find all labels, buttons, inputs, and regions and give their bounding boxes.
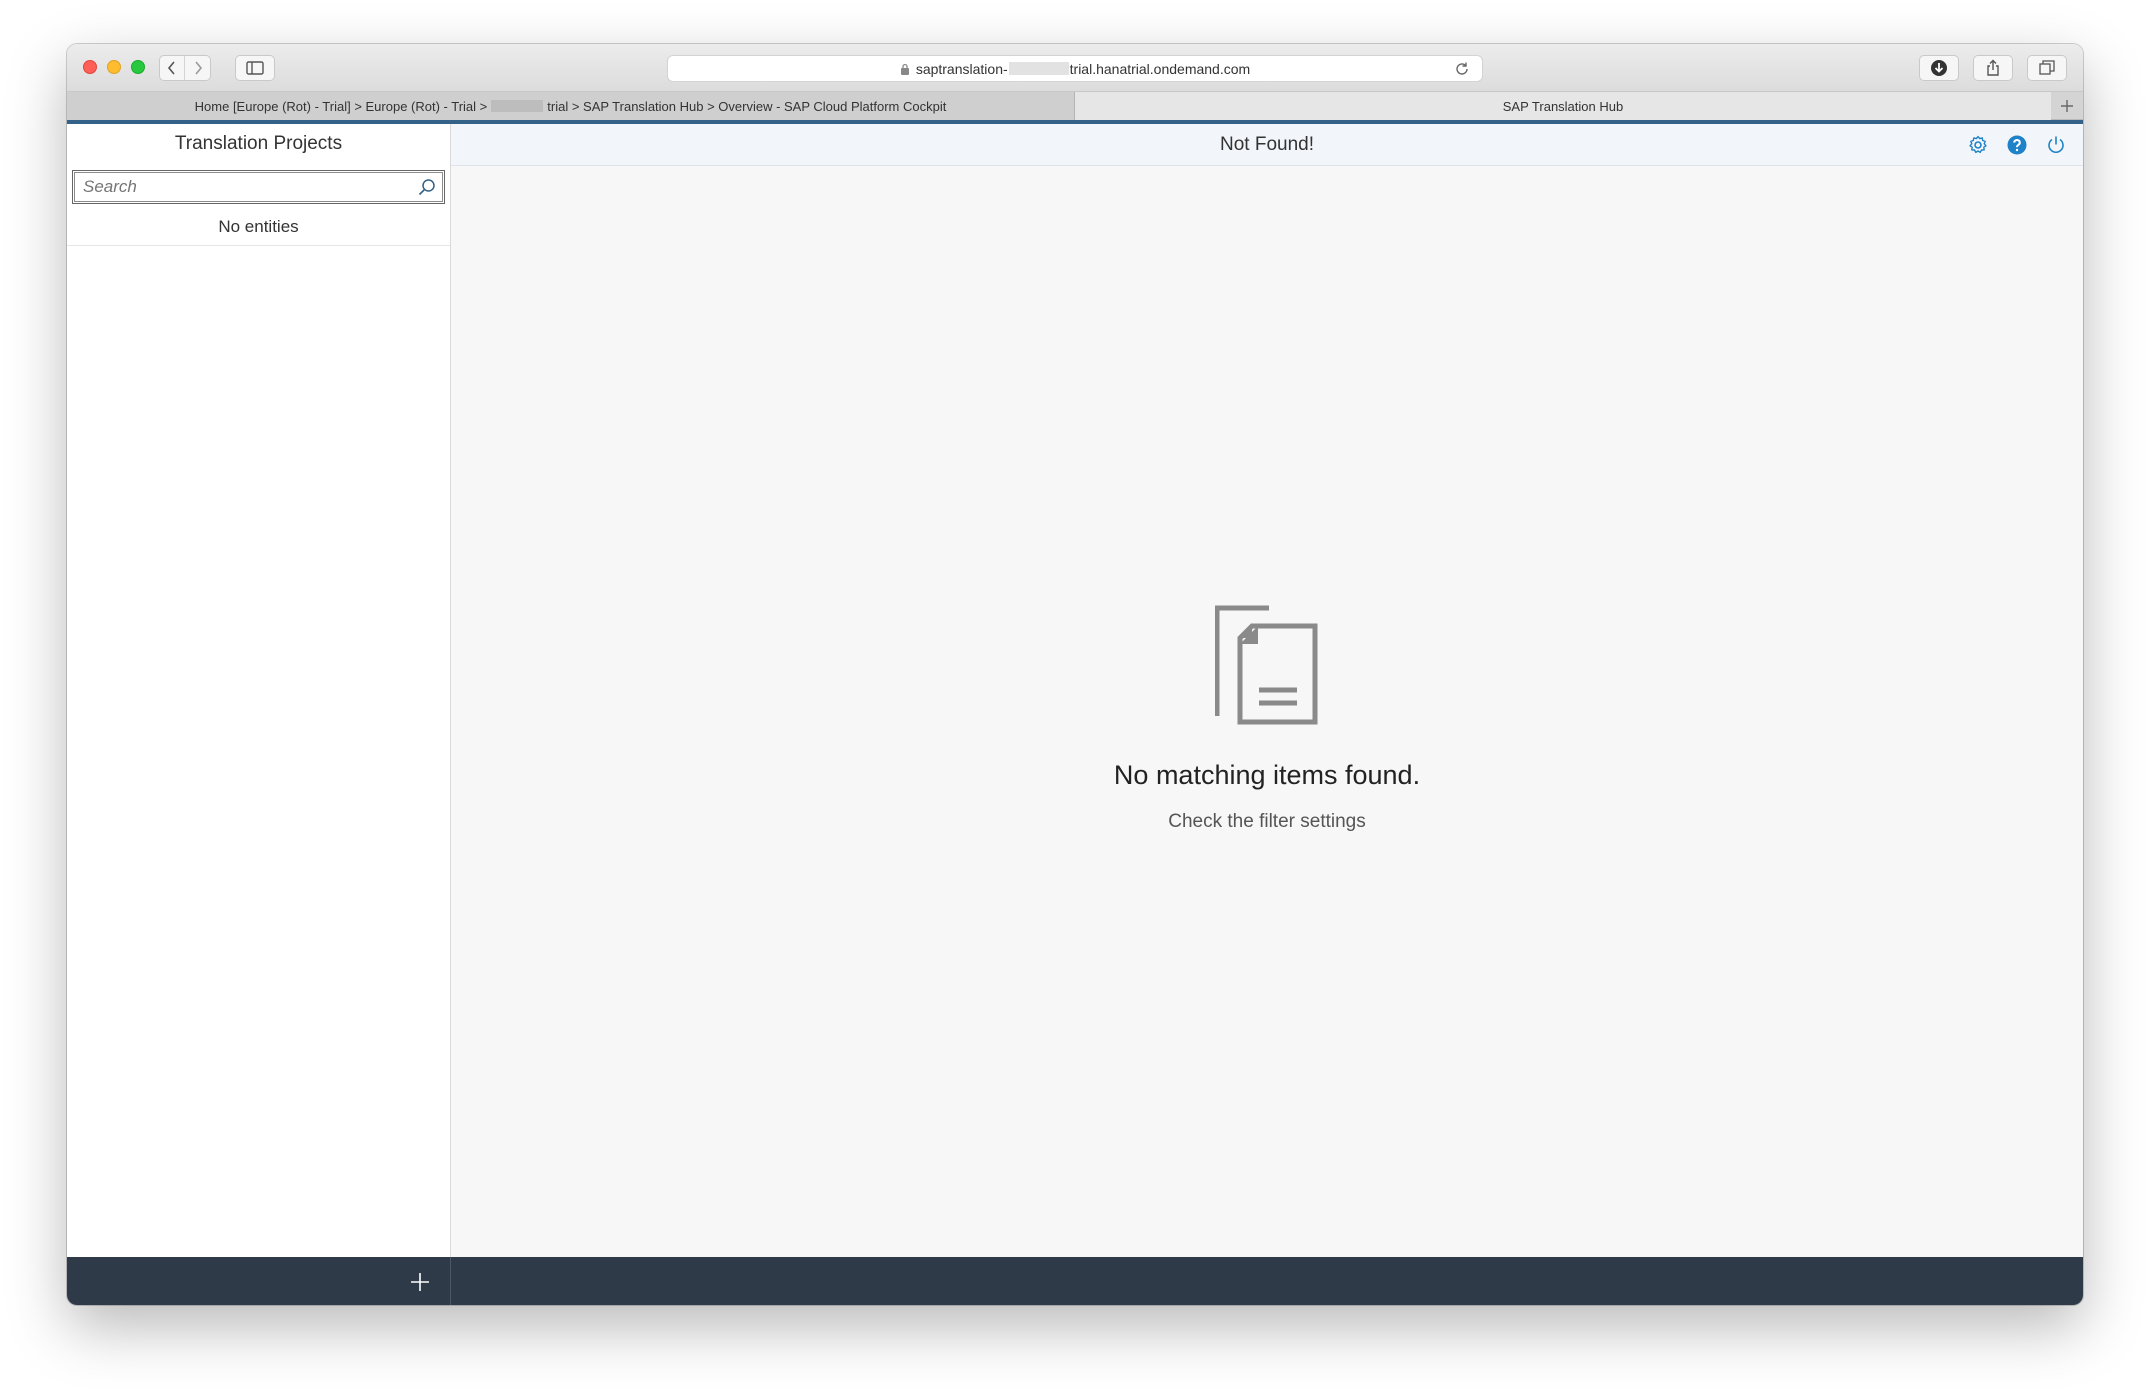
logout-icon [2048, 136, 2064, 153]
chevron-right-icon [194, 61, 202, 75]
search-input[interactable] [75, 177, 412, 197]
master-title: Translation Projects [174, 133, 343, 154]
sidebar-icon [246, 61, 264, 75]
detail-header: Not Found! [451, 124, 2083, 166]
url-text-prefix: saptranslation- [915, 60, 1008, 77]
plus-icon [411, 1273, 429, 1291]
page-title: Not Found! [1220, 133, 1314, 155]
help-icon [2007, 135, 2027, 155]
plus-icon [2061, 100, 2073, 112]
back-button[interactable] [160, 56, 186, 80]
tab-bar: Home [Europe (Rot) - Trial] > Europe (Ro… [67, 92, 2083, 120]
lock-icon [900, 63, 909, 75]
tab-label-part1: Home [Europe (Rot) - Trial] > Europe (Ro… [194, 98, 488, 114]
search-icon [418, 179, 435, 196]
master-footer [67, 1257, 451, 1305]
settings-button[interactable] [1967, 134, 1989, 156]
tabs-overview-icon [2039, 60, 2055, 75]
tab-label: SAP Translation Hub [1502, 98, 1624, 114]
nav-buttons [159, 55, 211, 81]
chevron-left-icon [167, 61, 175, 75]
tab-redaction [491, 100, 544, 112]
minimize-window-button[interactable] [107, 60, 121, 74]
forward-button[interactable] [185, 56, 210, 80]
new-tab-button[interactable] [2051, 92, 2083, 120]
share-icon [1987, 59, 1999, 76]
settings-icon [1969, 135, 1987, 154]
help-button[interactable] [2006, 134, 2028, 156]
document-icon [1215, 605, 1318, 725]
sidebar-toggle-button[interactable] [235, 55, 275, 81]
tab-label-part2: trial > SAP Translation Hub > Overview -… [547, 98, 947, 114]
reload-icon[interactable] [1454, 61, 1470, 77]
tab-overview-button[interactable] [2027, 55, 2067, 81]
address-bar[interactable]: saptranslation-trial.hanatrial.ondemand.… [667, 55, 1483, 82]
detail-footer [451, 1257, 2083, 1305]
url-text-suffix: trial.hanatrial.ondemand.com [1069, 60, 1251, 77]
empty-state-subtitle: Check the filter settings [1168, 811, 1366, 832]
empty-list-text: No entities [67, 208, 450, 246]
maximize-window-button[interactable] [131, 60, 145, 74]
browser-window: saptranslation-trial.hanatrial.ondemand.… [67, 44, 2083, 1305]
add-project-button[interactable] [407, 1269, 433, 1295]
download-icon [1931, 60, 1947, 76]
close-window-button[interactable] [83, 60, 97, 74]
search-button[interactable] [412, 178, 442, 196]
tab-translation-hub[interactable]: SAP Translation Hub [1075, 92, 2051, 120]
browser-toolbar: saptranslation-trial.hanatrial.ondemand.… [67, 44, 2083, 92]
search-field[interactable] [72, 170, 445, 204]
share-button[interactable] [1973, 55, 2013, 81]
logout-button[interactable] [2045, 134, 2067, 156]
tab-cockpit[interactable]: Home [Europe (Rot) - Trial] > Europe (Ro… [67, 92, 1075, 120]
empty-state-title: No matching items found. [1113, 760, 1421, 790]
downloads-button[interactable] [1919, 55, 1959, 81]
header-actions [1967, 134, 2067, 156]
empty-state: No matching items found. Check the filte… [451, 604, 2083, 833]
master-panel: Translation Projects No entities [67, 124, 451, 1257]
detail-panel: Not Found! No matching items found. Chec… [451, 124, 2083, 1257]
url-redaction [1008, 62, 1069, 75]
app-container: Translation Projects No entities Not Fou… [67, 120, 2083, 1305]
